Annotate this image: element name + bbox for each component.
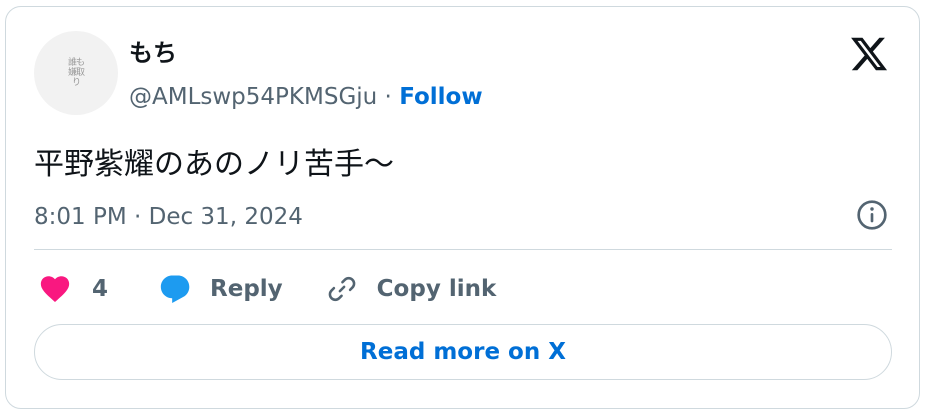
avatar-image-text: 誰も嫌取り — [67, 58, 85, 88]
x-logo-icon[interactable] — [849, 34, 889, 74]
like-button[interactable]: 4 — [38, 272, 108, 306]
divider — [34, 249, 892, 250]
info-icon[interactable] — [856, 199, 888, 231]
follow-link[interactable]: Follow — [399, 84, 482, 110]
tweet-embed-card: 誰も嫌取り もち @AMLswp54PKMSGju · Follow 平野紫耀の… — [5, 6, 920, 409]
reply-button[interactable]: Reply — [158, 272, 283, 306]
copy-link-button[interactable]: Copy link — [325, 272, 497, 306]
avatar[interactable]: 誰も嫌取り — [34, 31, 118, 115]
handle-separator: · — [377, 84, 400, 110]
tweet-timestamp[interactable]: 8:01 PM · Dec 31, 2024 — [34, 201, 303, 233]
link-icon — [328, 276, 355, 302]
like-count: 4 — [92, 276, 109, 302]
author-handle-row: @AMLswp54PKMSGju · Follow — [129, 81, 483, 113]
author-display-name[interactable]: もち — [129, 37, 177, 69]
tweet-text: 平野紫耀のあのノリ苦手〜 — [34, 147, 394, 182]
read-more-button[interactable]: Read more on X — [34, 324, 892, 380]
speech-bubble-icon — [160, 275, 190, 304]
action-bar: 4 Reply Copy link — [34, 269, 496, 309]
reply-label: Reply — [210, 276, 283, 302]
author-handle[interactable]: @AMLswp54PKMSGju — [129, 84, 377, 110]
copy-link-label: Copy link — [376, 276, 497, 302]
heart-icon — [40, 276, 70, 303]
